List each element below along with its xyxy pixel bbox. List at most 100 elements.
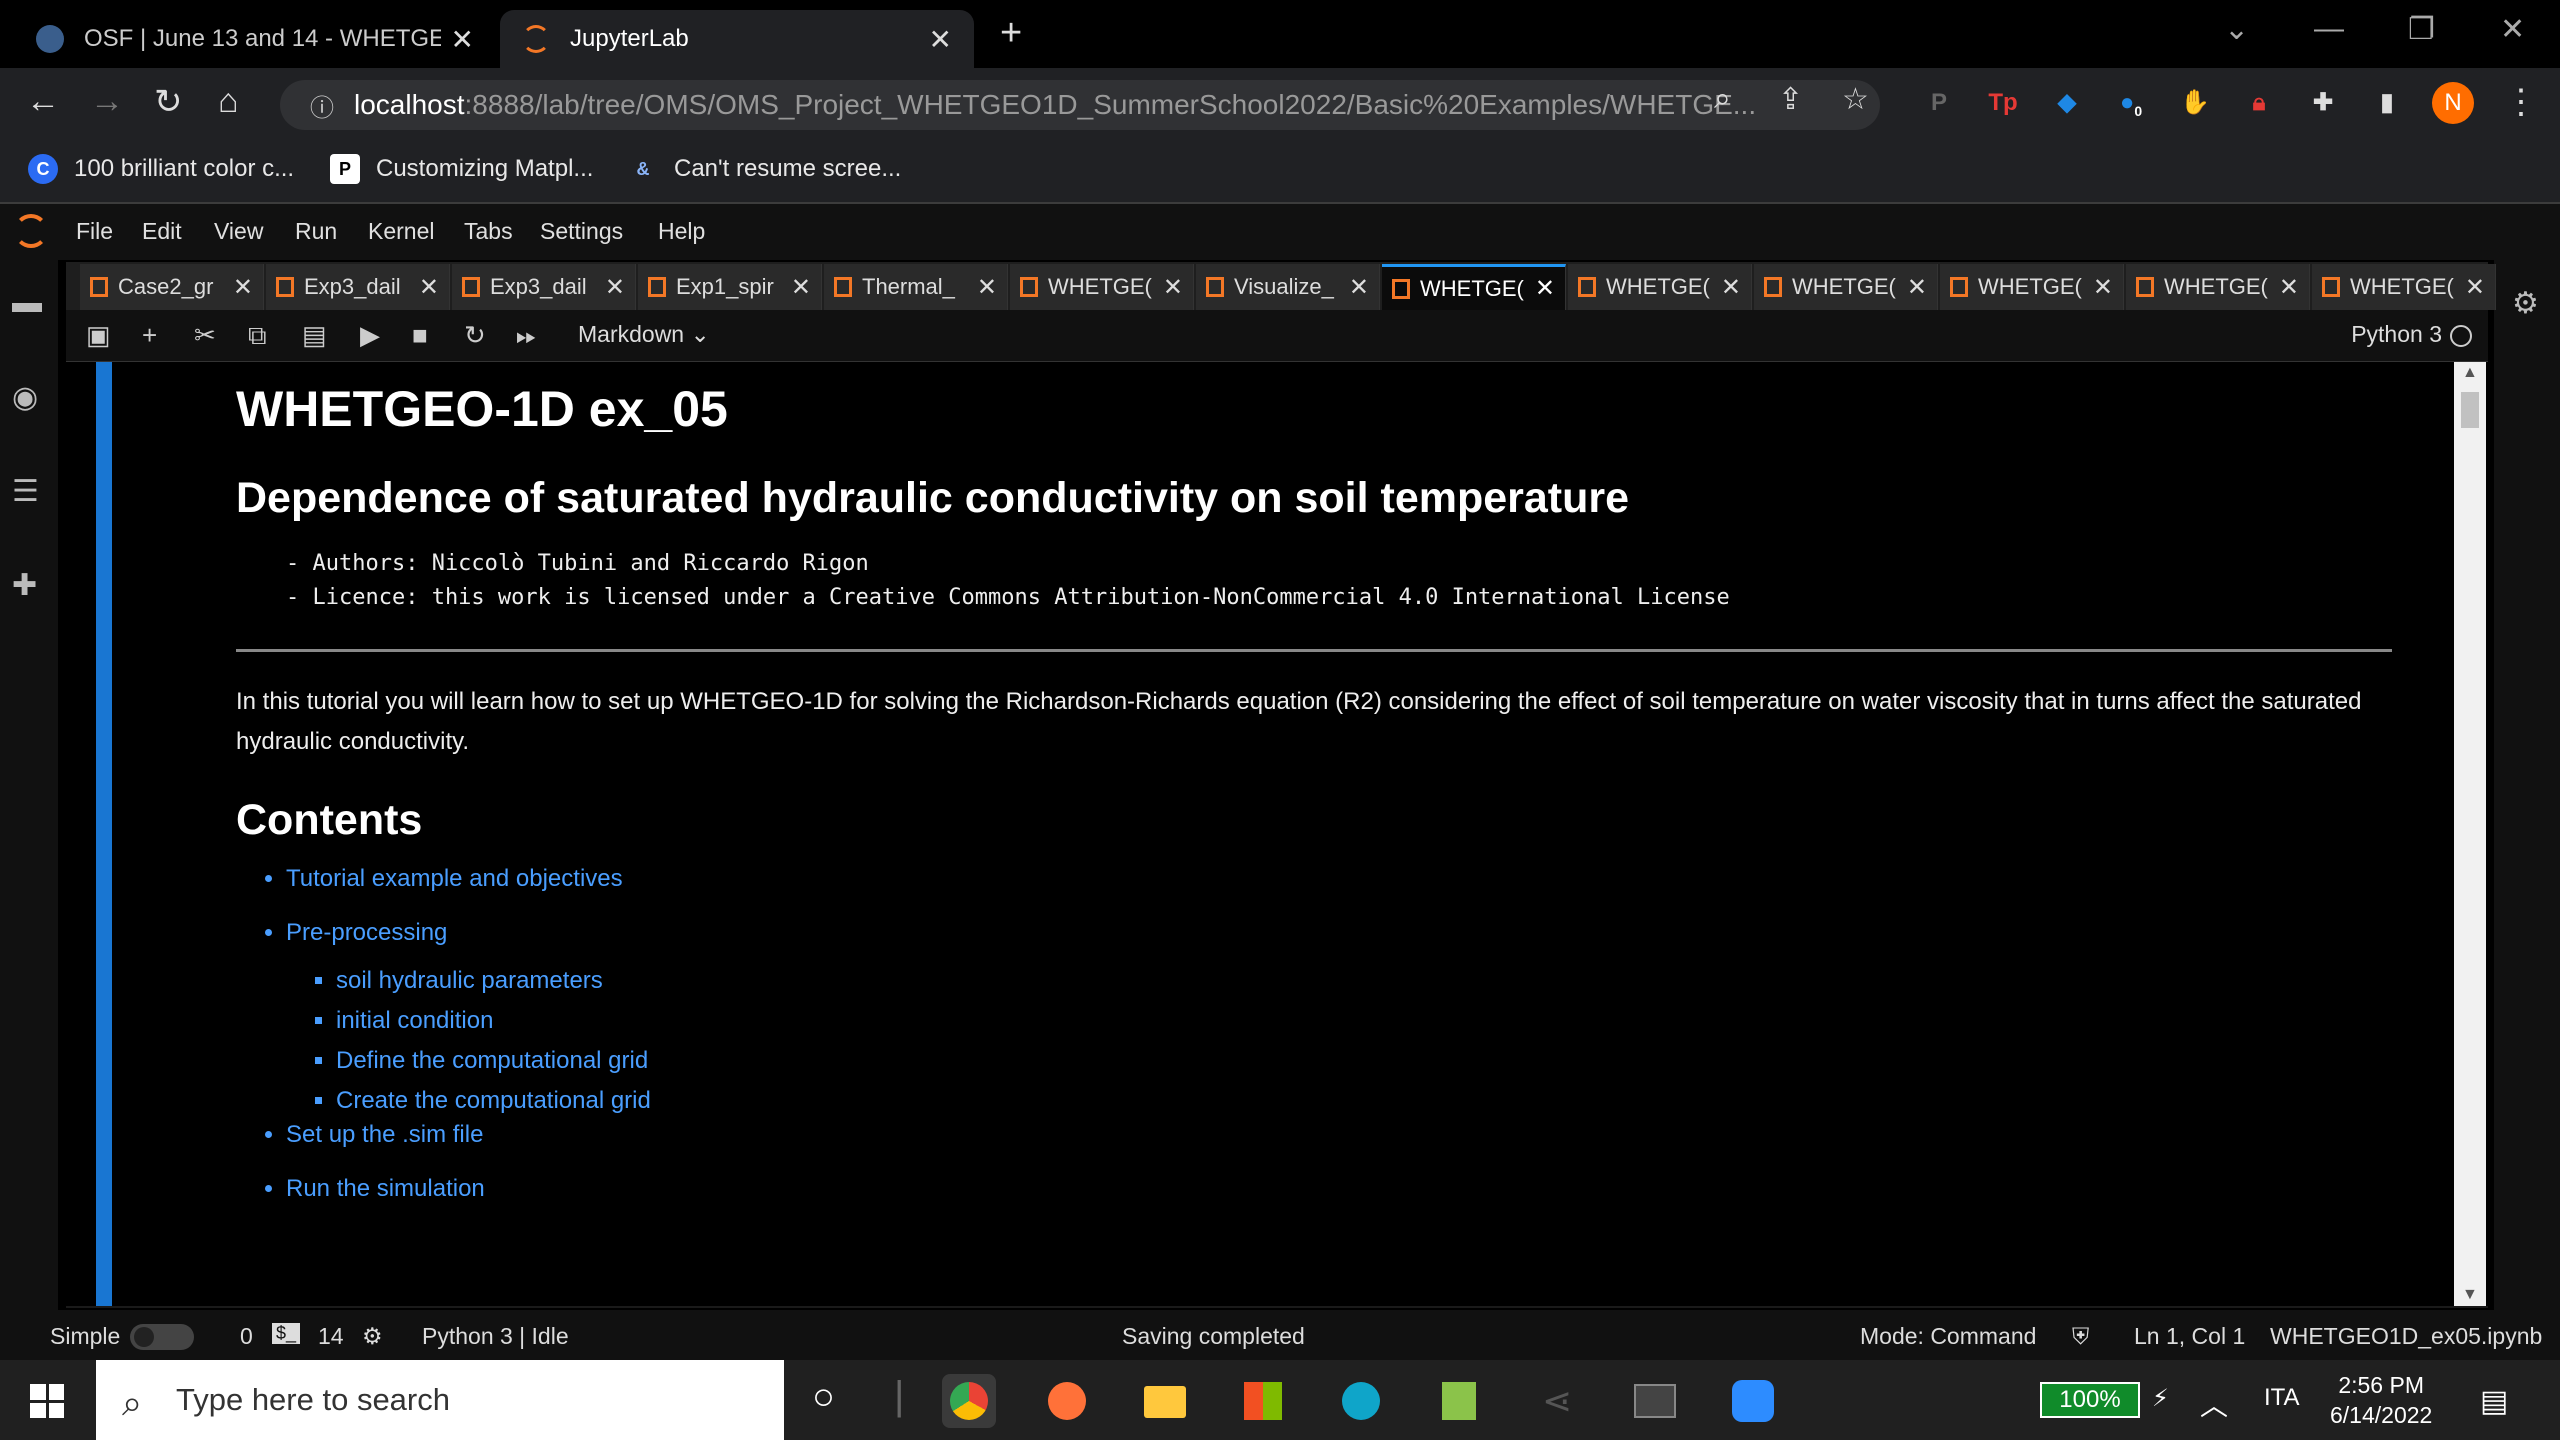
cortana-icon[interactable]: ○ — [812, 1376, 835, 1419]
zoom-icon[interactable]: ⌕ — [1714, 82, 1731, 116]
close-icon[interactable]: ✕ — [791, 273, 811, 302]
menu-edit[interactable]: Edit — [142, 218, 182, 245]
cursor-position[interactable]: Ln 1, Col 1 — [2134, 1323, 2245, 1350]
toc-link[interactable]: Run the simulation — [286, 1175, 2396, 1203]
toc-sublink[interactable]: soil hydraulic parameters — [336, 967, 2396, 995]
menu-settings[interactable]: Settings — [540, 218, 623, 245]
firefox-taskbar-button[interactable] — [1040, 1374, 1094, 1428]
terminal-taskbar-button[interactable] — [1628, 1374, 1682, 1428]
windows-start-icon[interactable] — [30, 1384, 64, 1418]
close-icon[interactable]: ✕ — [1907, 273, 1927, 302]
notebook-tab[interactable]: Case2_gr ✕ — [80, 264, 264, 310]
close-icon[interactable]: ✕ — [2093, 273, 2113, 302]
scroll-up-icon[interactable]: ▲ — [2462, 364, 2478, 382]
puzzle-icon[interactable]: ✚ — [2306, 86, 2340, 120]
home-icon[interactable]: ⌂ — [218, 82, 239, 121]
menu-tabs[interactable]: Tabs — [464, 218, 513, 245]
bookmark-star-icon[interactable]: ☆ — [1842, 82, 1869, 117]
vertical-scrollbar[interactable]: ▲ ▼ — [2454, 362, 2486, 1306]
tp-extension-icon[interactable]: Tp — [1986, 86, 2020, 120]
address-bar[interactable]: ⓘ localhost :8888/lab/tree/OMS/OMS_Proje… — [280, 80, 1880, 130]
notebook-tab[interactable]: WHETGE(✕ — [2312, 264, 2496, 310]
notebook-tab[interactable]: WHETGE(✕ — [1382, 264, 1566, 310]
toc-icon[interactable]: ☰ — [12, 474, 39, 509]
close-icon[interactable]: ✕ — [929, 23, 952, 56]
notebook-tab[interactable]: Exp3_dail ✕ — [452, 264, 636, 310]
cut-icon[interactable]: ✂ — [194, 320, 216, 351]
stop-extension-icon[interactable]: ✋ — [2178, 86, 2212, 120]
close-icon[interactable]: ✕ — [1721, 273, 1741, 302]
bookmark-matplotlib[interactable]: P Customizing Matpl... — [330, 154, 593, 184]
share-icon[interactable]: ⇪ — [1778, 82, 1803, 117]
close-icon[interactable]: ✕ — [451, 23, 474, 56]
menu-run[interactable]: Run — [295, 218, 337, 245]
toc-sublink[interactable]: initial condition — [336, 1007, 2396, 1035]
notebook-tab[interactable]: WHETGE(✕ — [1010, 264, 1194, 310]
notebook-tab[interactable]: WHETGE(✕ — [1940, 264, 2124, 310]
taskbar-search[interactable]: ⌕ Type here to search — [96, 1360, 784, 1440]
scroll-down-icon[interactable]: ▼ — [2462, 1286, 2478, 1304]
explorer-taskbar-button[interactable] — [1138, 1374, 1192, 1428]
menu-file[interactable]: File — [76, 218, 113, 245]
badge-extension-icon[interactable]: ●0 — [2114, 86, 2148, 120]
notebook-tab[interactable]: Exp3_dail ✕ — [266, 264, 450, 310]
tab-search-icon[interactable]: ⌄ — [2224, 12, 2249, 47]
copy-icon[interactable]: ⧉ — [248, 320, 267, 352]
toc-link[interactable]: Set up the .sim file — [286, 1121, 2396, 1149]
close-icon[interactable]: ✕ — [2465, 273, 2485, 302]
back-icon[interactable]: ← — [26, 82, 60, 121]
edge-taskbar-button[interactable] — [1334, 1374, 1388, 1428]
run-icon[interactable]: ▶ — [360, 320, 380, 351]
site-info-icon[interactable]: ⓘ — [310, 88, 334, 123]
extension-icon[interactable]: ✚ — [12, 568, 37, 603]
close-window-icon[interactable]: ✕ — [2500, 12, 2525, 47]
profile-avatar[interactable]: N — [2432, 82, 2474, 124]
lock-extension-icon[interactable]: 🔒︎ — [2242, 86, 2276, 120]
menu-help[interactable]: Help — [658, 218, 705, 245]
new-tab-button[interactable]: + — [1000, 12, 1022, 55]
close-icon[interactable]: ✕ — [233, 273, 253, 302]
close-icon[interactable]: ✕ — [1163, 273, 1183, 302]
diamond-extension-icon[interactable]: ◆ — [2050, 86, 2084, 120]
folder-icon[interactable]: ▬ — [12, 286, 42, 320]
stop-icon[interactable]: ■ — [412, 320, 428, 351]
paste-icon[interactable]: ▤ — [302, 320, 327, 351]
chart-app-taskbar-button[interactable] — [1432, 1374, 1486, 1428]
running-icon[interactable]: ◉ — [12, 380, 38, 415]
restart-icon[interactable]: ↻ — [464, 320, 486, 351]
close-icon[interactable]: ✕ — [2279, 273, 2299, 302]
notebook-tab[interactable]: WHETGE(✕ — [1754, 264, 1938, 310]
notebook-tab[interactable]: WHETGE(✕ — [1568, 264, 1752, 310]
chevron-up-icon[interactable]: ︿ — [2200, 1384, 2228, 1424]
notebook-tab[interactable]: Thermal_ ✕ — [824, 264, 1008, 310]
close-icon[interactable]: ✕ — [977, 273, 997, 302]
kernel-indicator[interactable]: Python 3 — [2351, 321, 2472, 348]
bookmark-screen[interactable]: & Can't resume scree... — [628, 154, 902, 184]
restore-icon[interactable]: ❐ — [2408, 12, 2435, 47]
menu-view[interactable]: View — [214, 218, 263, 245]
toc-sublink[interactable]: Define the computational grid — [336, 1047, 2396, 1075]
save-icon[interactable]: ▣ — [86, 320, 111, 351]
close-icon[interactable]: ✕ — [1349, 273, 1369, 302]
close-icon[interactable]: ✕ — [419, 273, 439, 302]
terminals-count[interactable]: 0 — [240, 1323, 253, 1350]
kernels-count[interactable]: 14 — [318, 1323, 344, 1350]
close-icon[interactable]: ✕ — [1535, 274, 1555, 303]
toc-link-label[interactable]: Pre-processing — [286, 919, 447, 946]
markdown-cell[interactable]: WHETGEO-1D ex_05 Dependence of saturated… — [236, 362, 2396, 1229]
property-inspector-icon[interactable]: ⚙ — [2512, 286, 2539, 321]
forward-icon[interactable]: → — [90, 82, 124, 121]
trusted-icon[interactable]: ⛨ — [2072, 1323, 2089, 1350]
notebook-tab[interactable]: WHETGE(✕ — [2126, 264, 2310, 310]
clock[interactable]: 2:56 PM 6/14/2022 — [2330, 1370, 2432, 1430]
notebook-tab[interactable]: Exp1_spir ✕ — [638, 264, 822, 310]
pinterest-extension-icon[interactable]: P — [1922, 86, 1956, 120]
notebook-tab[interactable]: Visualize_ ✕ — [1196, 264, 1380, 310]
toc-link[interactable]: Tutorial example and objectives — [286, 865, 2396, 893]
scroll-thumb[interactable] — [2461, 392, 2479, 428]
add-cell-icon[interactable]: + — [142, 320, 157, 351]
browser-tab-jupyterlab[interactable]: JupyterLab ✕ — [500, 10, 974, 68]
fast-forward-icon[interactable]: ⏩︎ — [516, 320, 537, 352]
share-app-taskbar-button[interactable]: ⋖ — [1530, 1374, 1584, 1428]
chrome-taskbar-button[interactable] — [942, 1374, 996, 1428]
